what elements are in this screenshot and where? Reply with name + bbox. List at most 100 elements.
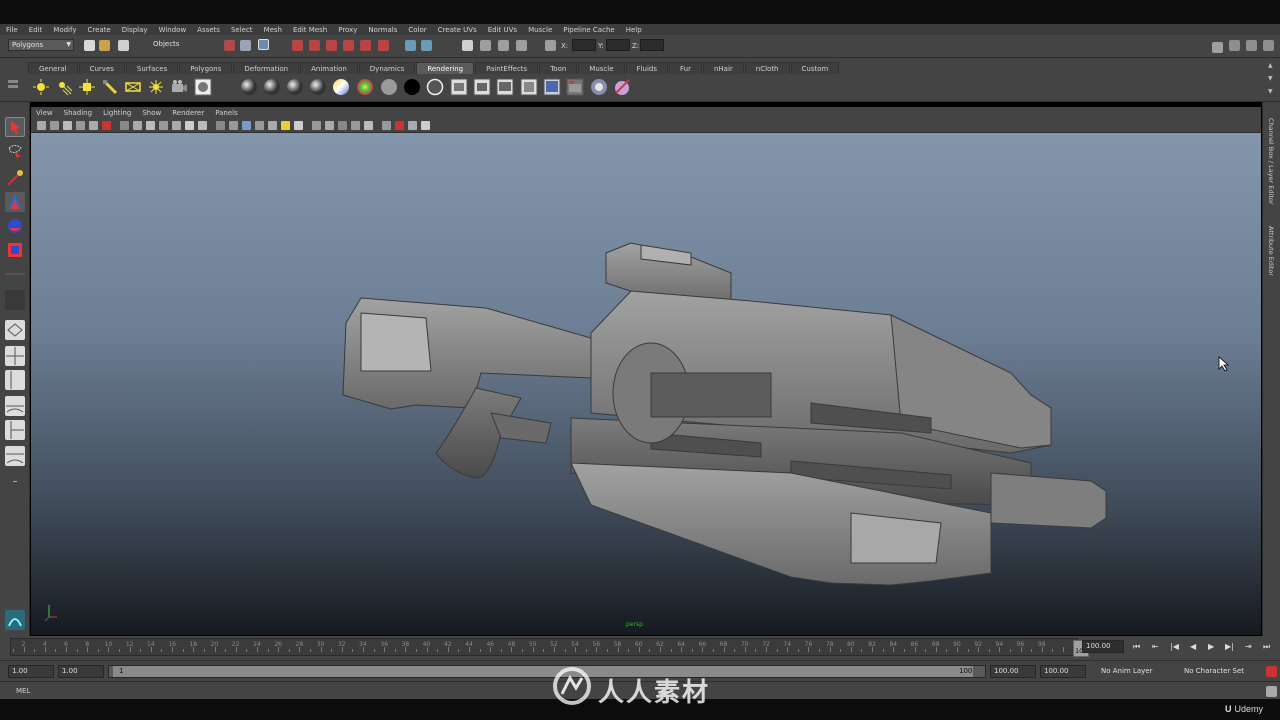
multisample-aa-icon[interactable] [325,121,334,130]
shelf-tab-fluids[interactable]: Fluids [625,62,668,74]
select-hierarchy-icon[interactable] [224,40,235,51]
select-tool-icon[interactable] [5,117,25,137]
backface-icon[interactable] [408,121,417,130]
menu-display[interactable]: Display [122,26,148,34]
high-quality-icon[interactable] [421,121,430,130]
lambert-material-icon[interactable] [240,78,258,96]
menu-edit-mesh[interactable]: Edit Mesh [293,26,327,34]
menu-select[interactable]: Select [231,26,253,34]
current-time-field[interactable]: 100.00 [1082,640,1124,653]
rotate-tool-icon[interactable] [5,216,25,236]
anisotropic-material-icon[interactable] [332,78,350,96]
auto-key-icon[interactable] [1266,666,1277,677]
shelf-tab-nhair[interactable]: nHair [702,62,744,74]
command-language-label[interactable]: MEL [16,687,30,695]
menu-pipeline-cache[interactable]: Pipeline Cache [563,26,614,34]
y-field[interactable] [606,39,630,51]
paint-select-tool-icon[interactable] [5,168,25,188]
wireframe-icon[interactable] [216,121,225,130]
go-to-start-icon[interactable]: ⏮ [1133,642,1140,652]
camera-icon[interactable] [170,78,188,96]
shelf-tab-polygons[interactable]: Polygons [179,62,233,74]
menu-help[interactable]: Help [626,26,642,34]
open-scene-icon[interactable] [99,40,110,51]
selection-mode-dropdown[interactable]: Objects [140,39,216,51]
shelf-tab-dynamics[interactable]: Dynamics [358,62,416,74]
panel-menu-view[interactable]: View [36,109,53,117]
move-tool-icon[interactable] [5,192,25,212]
command-input[interactable] [40,685,540,697]
shelf-tab-fur[interactable]: Fur [668,62,702,74]
shelf-menu-icon[interactable] [8,64,18,98]
menu-window[interactable]: Window [159,26,187,34]
render-region-icon[interactable] [496,78,514,96]
end-time-field[interactable]: 100.00 [1040,665,1086,678]
render-frame-icon[interactable] [480,40,491,51]
blinn-material-icon[interactable] [263,78,281,96]
camera-attributes-icon[interactable] [50,121,59,130]
perspective-viewport[interactable]: persp [31,133,1261,635]
ambient-light-icon[interactable] [124,78,142,96]
shadows-icon[interactable] [281,121,290,130]
last-tool-icon[interactable] [5,290,25,310]
depth-of-field-icon[interactable] [338,121,347,130]
persp-graph-layout-icon[interactable] [5,396,25,416]
next-key-icon[interactable]: ▶| [1225,642,1234,651]
mental-ray-icon[interactable] [590,78,608,96]
render-frame-shelf-icon[interactable] [450,78,468,96]
shelf-tab-toon[interactable]: Toon [539,62,578,74]
image-plane-icon[interactable] [76,121,85,130]
scale-tool-icon[interactable] [5,240,25,260]
prev-key-icon[interactable]: |◀ [1170,642,1179,651]
hypershade-icon[interactable] [194,78,212,96]
volume-light-icon[interactable] [147,78,165,96]
input-ops-icon[interactable] [405,40,416,51]
shelf-tab-custom[interactable]: Custom [790,62,840,74]
point-light-icon[interactable] [32,78,50,96]
shelf-scroll[interactable]: ▲ ▼ ▼ [1268,62,1276,98]
new-scene-icon[interactable] [84,40,95,51]
smooth-shade-icon[interactable] [229,121,238,130]
persp-graph-outliner-layout-icon[interactable] [5,446,25,466]
screen-space-ao-icon[interactable] [294,121,303,130]
menu-file[interactable]: File [6,26,18,34]
motion-blur-icon[interactable] [312,121,321,130]
step-back-icon[interactable]: ⇤ [1152,642,1159,651]
safe-action-icon[interactable] [185,121,194,130]
universal-manipulator-icon[interactable] [5,264,25,284]
gate-mask-icon[interactable] [159,121,168,130]
menu-normals[interactable]: Normals [368,26,397,34]
shelf-tab-painteffects[interactable]: PaintEffects [475,62,539,74]
history-icon[interactable] [378,40,389,51]
play-backward-icon[interactable]: ◀ [1190,642,1196,651]
shelf-tab-muscle[interactable]: Muscle [578,62,625,74]
textured-icon[interactable] [255,121,264,130]
ipr-render-icon[interactable] [498,40,509,51]
output-ops-icon[interactable] [421,40,432,51]
menu-assets[interactable]: Assets [197,26,220,34]
grease-pencil-icon[interactable] [102,121,111,130]
menu-color[interactable]: Color [408,26,426,34]
x-field[interactable] [572,39,596,51]
snap-live-icon[interactable] [360,40,371,51]
range-bar[interactable]: 1 100 [108,665,986,678]
channel-box-tab[interactable]: Channel Box / Layer Editor [1267,118,1275,205]
layered-shader-icon[interactable] [426,78,444,96]
lasso-tool-icon[interactable] [5,142,25,162]
go-to-end-icon[interactable]: ⏭ [1263,642,1270,652]
use-background-icon[interactable] [403,78,421,96]
toggle-attribute-editor-icon[interactable] [1212,42,1223,53]
hypershade-shortcut-icon[interactable] [5,610,25,630]
use-all-lights-icon[interactable] [268,121,277,130]
rifle-model[interactable] [31,133,1261,635]
select-camera-icon[interactable] [37,121,46,130]
character-set-dropdown[interactable]: No Character Set [1176,665,1262,678]
shelf-tab-ncloth[interactable]: nCloth [744,62,790,74]
step-forward-icon[interactable]: ⇥ [1245,642,1252,651]
time-ruler[interactable]: 100 246810121416182022242628303234363840… [10,638,1089,657]
playback-end-field[interactable]: 100.00 [990,665,1036,678]
menu-edit-uvs[interactable]: Edit UVs [488,26,517,34]
phong-e-material-icon[interactable] [309,78,327,96]
shelf-tab-rendering[interactable]: Rendering [416,62,475,74]
surface-shader-icon[interactable] [380,78,398,96]
